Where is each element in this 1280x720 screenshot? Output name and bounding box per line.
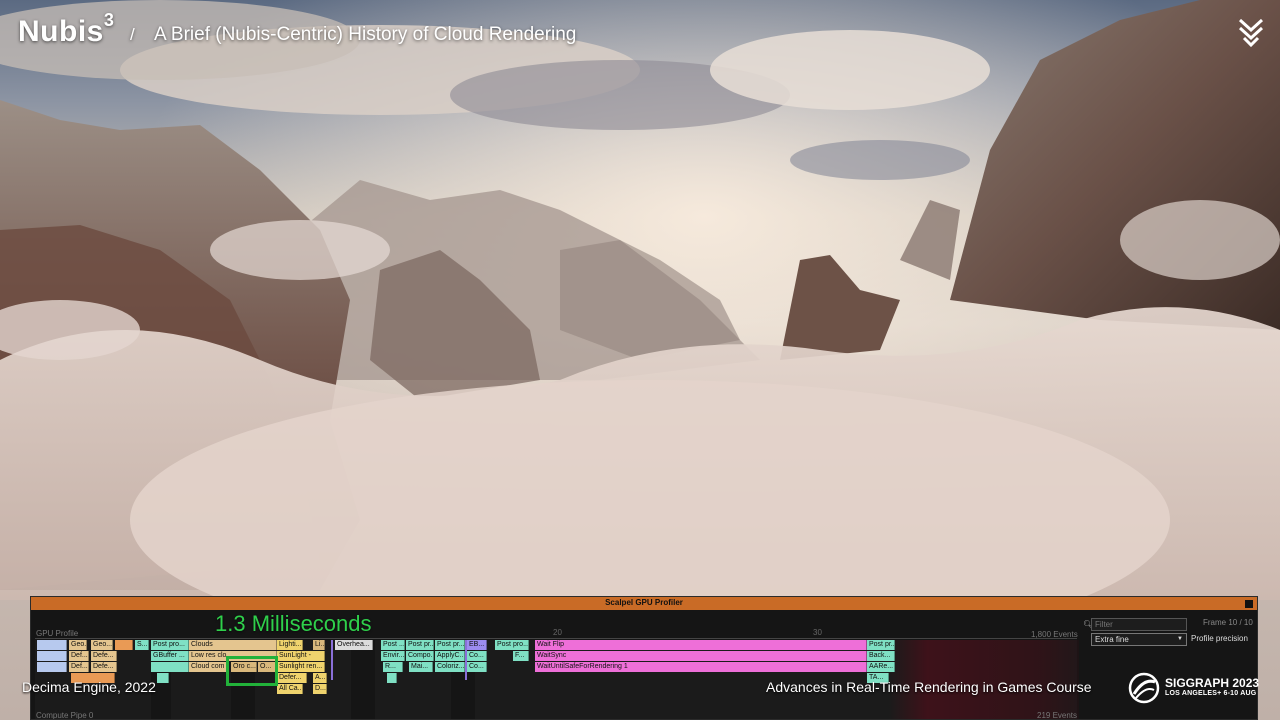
profile-block[interactable]: EB...	[467, 640, 487, 650]
siggraph-title: SIGGRAPH 2023	[1165, 676, 1260, 690]
gpu-profile-label: GPU Profile	[36, 629, 79, 638]
precision-select[interactable]: Extra fine ▼	[1091, 633, 1187, 646]
wait-flip-block[interactable]: Wait Flip	[535, 640, 867, 650]
profile-block[interactable]	[37, 651, 67, 661]
profile-block[interactable]: Defe...	[91, 662, 117, 672]
profile-block[interactable]: Post pro...	[151, 640, 189, 650]
profile-block[interactable]: D...	[313, 684, 327, 694]
profile-block[interactable]: Def...	[69, 651, 89, 661]
profile-block[interactable]: Mai...	[409, 662, 433, 672]
compute-pipe-label: Compute Pipe 0	[36, 711, 94, 720]
precision-value: Extra fine	[1095, 635, 1129, 644]
footer-course-title: Advances in Real-Time Rendering in Games…	[766, 679, 1092, 695]
slide-title-superscript: 3	[103, 10, 115, 30]
milliseconds-annotation: 1.3 Milliseconds	[215, 611, 372, 636]
profile-block[interactable]: GBuffer ...	[151, 651, 189, 661]
marker-line	[331, 640, 333, 680]
title-separator: /	[130, 25, 135, 44]
profile-block[interactable]	[115, 640, 133, 650]
timeline-tick: 20	[553, 628, 562, 637]
footer-engine-credit: Decima Engine, 2022	[22, 679, 156, 695]
profiler-titlebar[interactable]: Scalpel GPU Profiler	[31, 597, 1257, 610]
chevron-down-icon: ▼	[1177, 636, 1183, 642]
timeline-ruler	[35, 638, 1077, 639]
profile-block[interactable]: Post ...	[381, 640, 405, 650]
profile-block[interactable]: Li...	[313, 640, 325, 650]
profile-block[interactable]: Coloriz...	[435, 662, 465, 672]
close-icon[interactable]	[1245, 600, 1253, 608]
profiler-window-title: Scalpel GPU Profiler	[605, 598, 683, 607]
filter-input[interactable]: Filter	[1091, 618, 1187, 631]
precision-label: Profile precision	[1191, 634, 1248, 643]
profile-block[interactable]	[387, 673, 397, 683]
profile-block[interactable]: Overhea...	[335, 640, 373, 650]
highlight-box	[226, 656, 278, 686]
marker-line	[465, 640, 467, 680]
profile-block[interactable]: R...	[383, 662, 403, 672]
siggraph-logo-icon	[1128, 672, 1160, 704]
wait-sync-block[interactable]: WaitSync	[535, 651, 867, 661]
profile-block[interactable]: A...	[313, 673, 327, 683]
profile-block[interactable]: Def...	[69, 662, 89, 672]
profile-block[interactable]: Compo...	[406, 651, 434, 661]
profile-block[interactable]: Back...	[867, 651, 895, 661]
profile-block[interactable]: Defer...	[277, 673, 307, 683]
profile-block[interactable]: AARe...	[867, 662, 895, 672]
profile-block[interactable]: ApplyC...	[435, 651, 465, 661]
siggraph-subtitle: LOS ANGELES+ 6-10 AUG	[1165, 690, 1257, 697]
profile-block[interactable]: Defe...	[91, 651, 117, 661]
profile-block[interactable]: Post pr...	[867, 640, 895, 650]
profile-block[interactable]: Post pr...	[406, 640, 434, 650]
slide-title-text: Nubis	[18, 15, 104, 48]
profile-block[interactable]: Post pr...	[435, 640, 465, 650]
events-count-bottom: 219 Events	[1037, 711, 1078, 720]
frame-label: Frame 10 / 10	[1203, 618, 1253, 627]
profile-block[interactable]: All Ca...	[277, 684, 303, 694]
profile-block[interactable]: Envir...	[381, 651, 405, 661]
profile-block[interactable]: S...	[135, 640, 149, 650]
profile-block[interactable]: Lighti...	[277, 640, 303, 650]
timeline-stripe	[351, 640, 375, 719]
profile-block[interactable]	[37, 662, 67, 672]
profile-block[interactable]: Geo...	[69, 640, 87, 650]
profile-block[interactable]	[157, 673, 169, 683]
profile-block[interactable]: F...	[513, 651, 529, 661]
profile-block[interactable]: SunLight -	[277, 651, 325, 661]
timeline-tick: 30	[813, 628, 822, 637]
wait-safe-rendering-block[interactable]: WaitUntilSafeForRendering 1	[535, 662, 867, 672]
slide-title: Nubis3	[18, 10, 114, 49]
profile-block[interactable]	[37, 640, 67, 650]
profile-block[interactable]: Co...	[467, 662, 487, 672]
slide-subtitle: A Brief (Nubis-Centric) History of Cloud…	[154, 24, 577, 45]
profile-block[interactable]: Co...	[467, 651, 487, 661]
profile-block[interactable]: Post pro...	[495, 640, 529, 650]
profile-block[interactable]: Geo...	[91, 640, 113, 650]
studio-logo-icon	[1238, 18, 1264, 48]
profile-block[interactable]: Sunlight ren...	[277, 662, 325, 672]
profile-block[interactable]: Cloud com	[189, 662, 229, 672]
profile-block[interactable]: Clouds	[189, 640, 277, 650]
profile-block[interactable]	[151, 662, 189, 672]
